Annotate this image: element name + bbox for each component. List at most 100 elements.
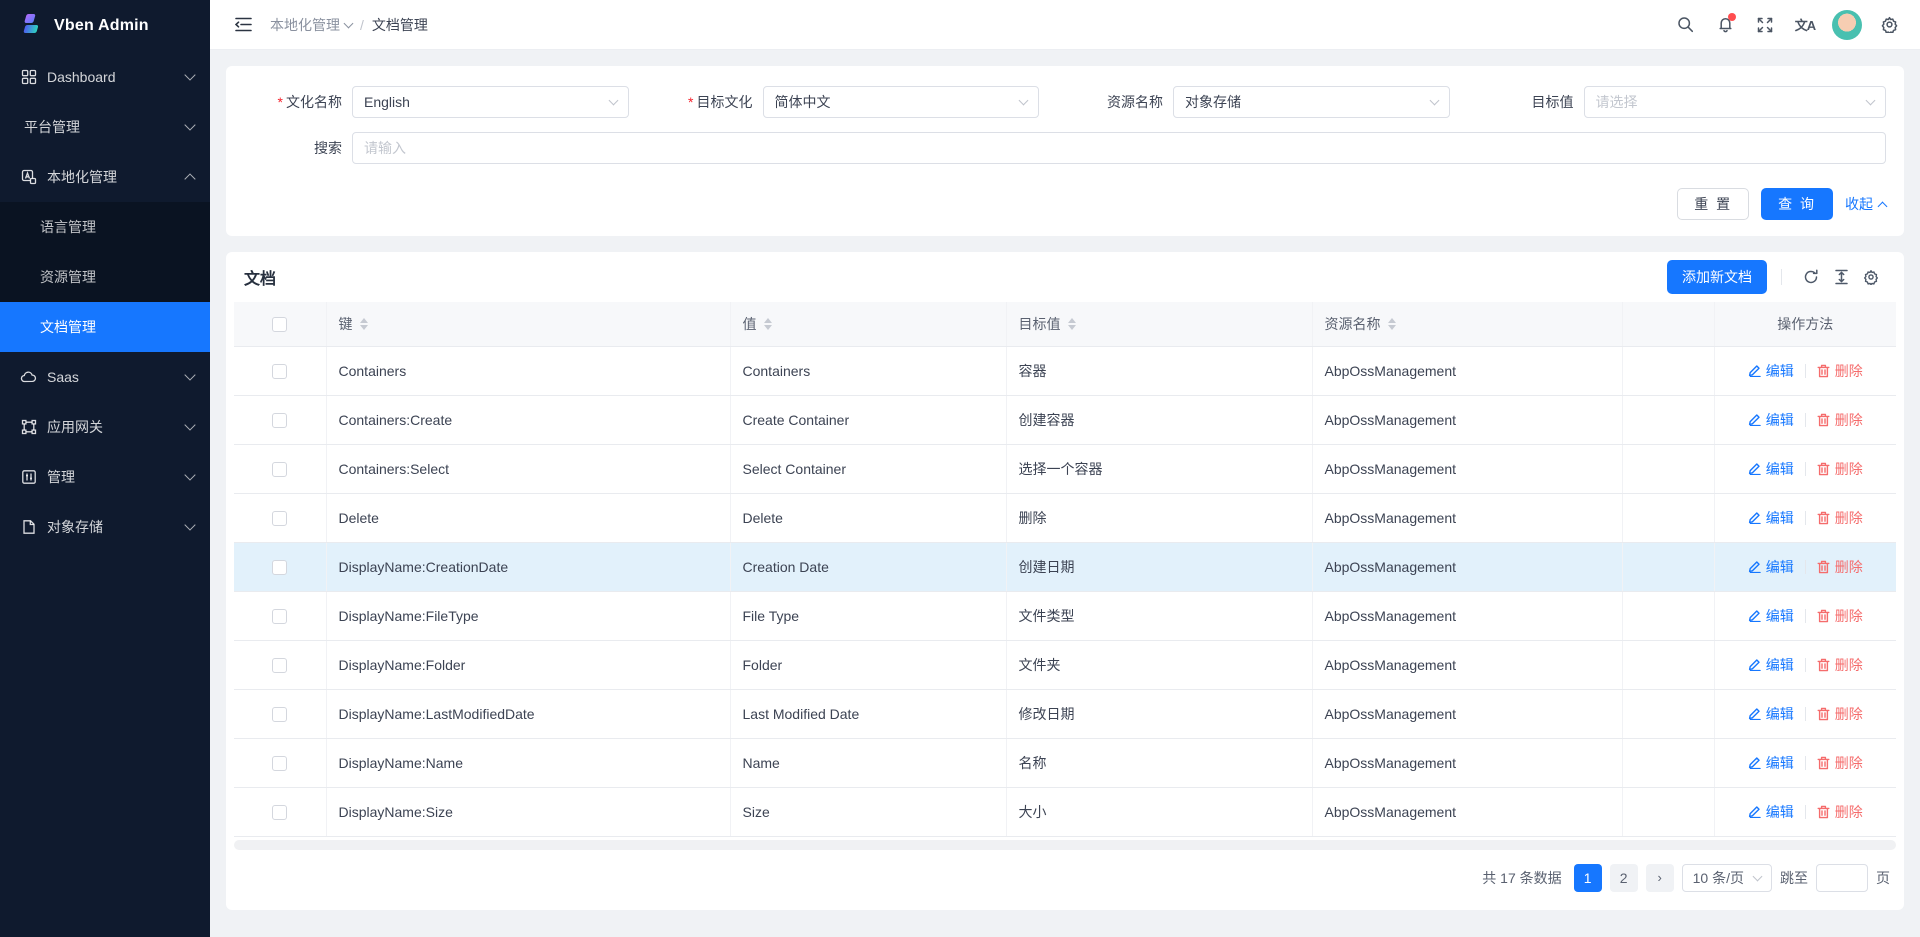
row-checkbox[interactable] — [272, 560, 287, 575]
select-all-checkbox[interactable] — [272, 317, 287, 332]
table-row[interactable]: Containers Containers 容器 AbpOssManagemen… — [234, 346, 1896, 395]
sort-icon[interactable] — [1388, 318, 1396, 330]
row-select-cell[interactable] — [234, 689, 326, 738]
row-select-cell[interactable] — [234, 787, 326, 836]
sidebar-item-object-storage[interactable]: 对象存储 — [0, 502, 210, 552]
sidebar-item-dashboard[interactable]: Dashboard — [0, 52, 210, 102]
edit-button[interactable]: 编辑 — [1748, 508, 1794, 528]
edit-button[interactable]: 编辑 — [1748, 802, 1794, 822]
logo[interactable]: Vben Admin — [0, 0, 210, 52]
row-select-cell[interactable] — [234, 493, 326, 542]
sort-icon[interactable] — [1068, 318, 1076, 330]
row-checkbox[interactable] — [272, 413, 287, 428]
resource-name-select[interactable]: 对象存储 — [1173, 86, 1450, 118]
row-checkbox[interactable] — [272, 364, 287, 379]
row-checkbox[interactable] — [272, 462, 287, 477]
edit-button[interactable]: 编辑 — [1748, 606, 1794, 626]
sidebar-item-localization[interactable]: 本地化管理 — [0, 152, 210, 202]
delete-button[interactable]: 删除 — [1817, 361, 1863, 381]
sort-icon[interactable] — [360, 318, 368, 330]
table-row[interactable]: DisplayName:Name Name 名称 AbpOssManagemen… — [234, 738, 1896, 787]
delete-button[interactable]: 删除 — [1817, 606, 1863, 626]
delete-button[interactable]: 删除 — [1817, 557, 1863, 577]
edit-button[interactable]: 编辑 — [1748, 361, 1794, 381]
cloud-icon — [20, 369, 37, 386]
page-button-1[interactable]: 1 — [1574, 864, 1602, 892]
delete-button[interactable]: 删除 — [1817, 704, 1863, 724]
edit-button[interactable]: 编辑 — [1748, 753, 1794, 773]
breadcrumb-parent[interactable]: 本地化管理 — [270, 15, 352, 35]
sidebar-item-document-management[interactable]: 文档管理 — [0, 302, 210, 352]
table-row[interactable]: DisplayName:CreationDate Creation Date 创… — [234, 542, 1896, 591]
refresh-icon[interactable] — [1796, 262, 1826, 292]
edit-button[interactable]: 编辑 — [1748, 655, 1794, 675]
row-select-cell[interactable] — [234, 395, 326, 444]
column-value[interactable]: 值 — [730, 302, 1006, 346]
table-row[interactable]: DisplayName:FileType File Type 文件类型 AbpO… — [234, 591, 1896, 640]
row-checkbox[interactable] — [272, 756, 287, 771]
add-document-button[interactable]: 添加新文档 — [1667, 260, 1767, 294]
row-select-cell[interactable] — [234, 591, 326, 640]
table-row[interactable]: DisplayName:LastModifiedDate Last Modifi… — [234, 689, 1896, 738]
delete-button[interactable]: 删除 — [1817, 459, 1863, 479]
sidebar-collapse-icon[interactable] — [228, 10, 258, 40]
row-select-cell[interactable] — [234, 640, 326, 689]
delete-button[interactable]: 删除 — [1817, 802, 1863, 822]
pencil-icon — [1748, 805, 1761, 818]
table-row[interactable]: Containers:Create Create Container 创建容器 … — [234, 395, 1896, 444]
delete-button[interactable]: 删除 — [1817, 410, 1863, 430]
column-key[interactable]: 键 — [326, 302, 730, 346]
next-page-button[interactable]: › — [1646, 864, 1674, 892]
page-size-select[interactable]: 10 条/页 — [1682, 864, 1772, 892]
select-all-cell[interactable] — [234, 302, 326, 346]
row-checkbox[interactable] — [272, 511, 287, 526]
sidebar-item-saas[interactable]: Saas — [0, 352, 210, 402]
horizontal-scrollbar[interactable] — [234, 840, 1896, 850]
sidebar-item-gateway[interactable]: 应用网关 — [0, 402, 210, 452]
target-culture-select[interactable]: 简体中文 — [763, 86, 1040, 118]
edit-button[interactable]: 编辑 — [1748, 410, 1794, 430]
row-checkbox[interactable] — [272, 707, 287, 722]
fullscreen-icon[interactable] — [1748, 8, 1782, 42]
row-select-cell[interactable] — [234, 738, 326, 787]
sidebar-item-resource-management[interactable]: 资源管理 — [0, 252, 210, 302]
breadcrumb: 本地化管理 / 文档管理 — [270, 15, 428, 35]
table-row[interactable]: DisplayName:Folder Folder 文件夹 AbpOssMana… — [234, 640, 1896, 689]
table-row[interactable]: Containers:Select Select Container 选择一个容… — [234, 444, 1896, 493]
sidebar-item-admin[interactable]: 管理 — [0, 452, 210, 502]
table-row[interactable]: DisplayName:Size Size 大小 AbpOssManagemen… — [234, 787, 1896, 836]
target-value-select[interactable]: 请选择 — [1584, 86, 1887, 118]
table-row[interactable]: Delete Delete 删除 AbpOssManagement 编辑 — [234, 493, 1896, 542]
table-settings-gear-icon[interactable] — [1856, 262, 1886, 292]
column-resource-name[interactable]: 资源名称 — [1312, 302, 1622, 346]
notification-icon[interactable] — [1708, 8, 1742, 42]
search-input[interactable]: 请输入 — [352, 132, 1886, 164]
row-select-cell[interactable] — [234, 542, 326, 591]
search-icon[interactable] — [1668, 8, 1702, 42]
gear-icon[interactable] — [1872, 8, 1906, 42]
row-height-icon[interactable] — [1826, 262, 1856, 292]
edit-button[interactable]: 编辑 — [1748, 459, 1794, 479]
column-target-value[interactable]: 目标值 — [1006, 302, 1312, 346]
row-checkbox[interactable] — [272, 609, 287, 624]
delete-button[interactable]: 删除 — [1817, 508, 1863, 528]
sort-icon[interactable] — [764, 318, 772, 330]
sidebar-item-platform[interactable]: 平台管理 — [0, 102, 210, 152]
page-button-2[interactable]: 2 — [1610, 864, 1638, 892]
sidebar-item-language-management[interactable]: 语言管理 — [0, 202, 210, 252]
row-select-cell[interactable] — [234, 444, 326, 493]
row-checkbox[interactable] — [272, 805, 287, 820]
avatar[interactable] — [1832, 10, 1862, 40]
reset-button[interactable]: 重 置 — [1677, 188, 1749, 220]
edit-button[interactable]: 编辑 — [1748, 704, 1794, 724]
collapse-form-link[interactable]: 收起 — [1845, 194, 1886, 214]
edit-button[interactable]: 编辑 — [1748, 557, 1794, 577]
culture-name-select[interactable]: English — [352, 86, 629, 118]
row-select-cell[interactable] — [234, 346, 326, 395]
delete-button[interactable]: 删除 — [1817, 655, 1863, 675]
delete-button[interactable]: 删除 — [1817, 753, 1863, 773]
row-checkbox[interactable] — [272, 658, 287, 673]
jump-page-input[interactable] — [1816, 864, 1868, 892]
query-button[interactable]: 查 询 — [1761, 188, 1833, 220]
translate-icon[interactable]: 文A — [1788, 8, 1822, 42]
